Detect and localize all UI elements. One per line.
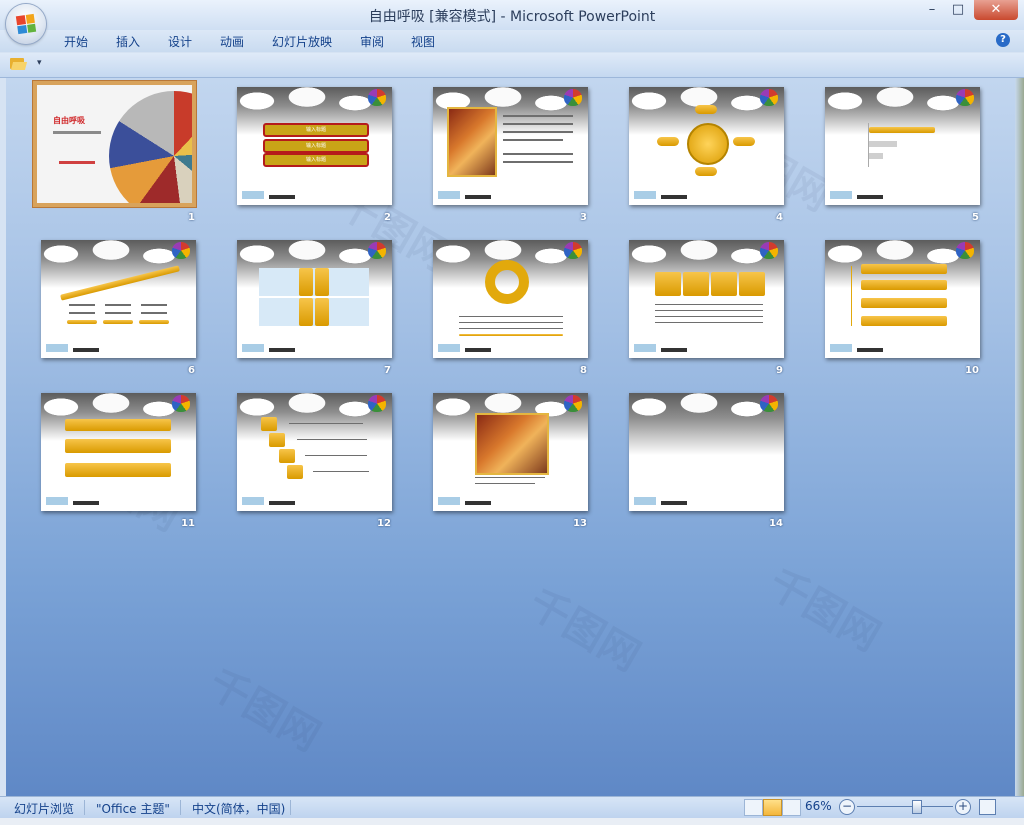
window-edge <box>1015 78 1024 796</box>
slide-number: 12 <box>377 518 391 529</box>
balloon-icon <box>172 395 190 412</box>
fit-to-window-button[interactable] <box>979 799 996 815</box>
slide-thumbnail-11[interactable] <box>41 393 196 511</box>
slideshow-view-button[interactable] <box>782 799 801 816</box>
balloon-icon <box>368 89 386 106</box>
slide-thumbnail-12[interactable] <box>237 393 392 511</box>
tab-slideshow[interactable]: 幻灯片放映 <box>272 33 332 50</box>
slide-number: 2 <box>384 212 391 223</box>
minimize-button[interactable]: – <box>920 0 944 20</box>
quick-access-toolbar <box>0 53 1024 78</box>
office-logo-icon <box>15 13 37 35</box>
slide-number: 5 <box>972 212 979 223</box>
zoom-slider-thumb[interactable] <box>912 800 922 814</box>
close-button[interactable]: ✕ <box>974 0 1018 20</box>
slide-thumbnail-1[interactable]: 自由呼吸 <box>33 81 196 207</box>
slide-thumbnail-7[interactable] <box>237 240 392 358</box>
balloon-icon <box>564 395 582 412</box>
slide-number: 3 <box>580 212 587 223</box>
slide-number: 4 <box>776 212 783 223</box>
taskbar-strip <box>0 818 1024 825</box>
slide-number: 8 <box>580 365 587 376</box>
watermark: 千图网 <box>200 660 328 761</box>
status-language[interactable]: 中文(简体，中国) <box>192 800 285 817</box>
slide-thumbnail-5[interactable] <box>825 87 980 205</box>
balloon-icon <box>760 395 778 412</box>
tab-animations[interactable]: 动画 <box>220 33 244 50</box>
maximize-button[interactable]: □ <box>946 0 970 20</box>
normal-view-button[interactable] <box>744 799 763 816</box>
slide-thumbnail-14[interactable] <box>629 393 784 511</box>
balloon-icon <box>956 89 974 106</box>
title-bar: 自由呼吸 [兼容模式] - Microsoft PowerPoint – □ ✕ <box>0 0 1024 30</box>
slide-thumbnail-13[interactable] <box>433 393 588 511</box>
slide-thumbnail-8[interactable] <box>433 240 588 358</box>
slide-thumbnail-6[interactable] <box>41 240 196 358</box>
qat-customize-dropdown[interactable]: ▾ <box>37 58 42 68</box>
zoom-out-button[interactable]: − <box>839 799 855 815</box>
slide-number: 11 <box>181 518 195 529</box>
tab-insert[interactable]: 插入 <box>116 33 140 50</box>
slide-thumbnail-2[interactable]: 输入标题 输入标题 输入标题 <box>237 87 392 205</box>
slide-number: 9 <box>776 365 783 376</box>
watermark: 千图网 <box>760 560 888 661</box>
balloon-icon <box>760 89 778 106</box>
balloon-icon <box>760 242 778 259</box>
status-bar: 幻灯片浏览 "Office 主题" 中文(简体，中国) <box>0 796 1024 819</box>
slide-number: 14 <box>769 518 783 529</box>
slide-number: 7 <box>384 365 391 376</box>
slide-thumbnail-3[interactable] <box>433 87 588 205</box>
slide-number: 10 <box>965 365 979 376</box>
help-icon[interactable]: ? <box>996 33 1010 47</box>
slide-title: 自由呼吸 <box>53 116 85 125</box>
zoom-in-button[interactable]: + <box>955 799 971 815</box>
slide-number: 6 <box>188 365 195 376</box>
slide-number: 1 <box>188 212 195 223</box>
tab-review[interactable]: 审阅 <box>360 33 384 50</box>
status-theme: "Office 主题" <box>96 802 170 816</box>
zoom-slider[interactable] <box>857 806 953 807</box>
balloon-icon <box>956 242 974 259</box>
tab-design[interactable]: 设计 <box>168 33 192 50</box>
ribbon-tabs: 开始 插入 设计 动画 幻灯片放映 审阅 视图 <box>0 30 1024 52</box>
slide-thumbnail-10[interactable] <box>825 240 980 358</box>
slide-thumbnail-4[interactable] <box>629 87 784 205</box>
open-folder-icon[interactable] <box>10 58 28 70</box>
balloon-icon <box>564 89 582 106</box>
office-button[interactable] <box>6 4 46 44</box>
slide-number: 13 <box>573 518 587 529</box>
status-view-mode: 幻灯片浏览 <box>14 802 75 816</box>
watermark: 千图网 <box>520 580 648 681</box>
zoom-percent[interactable]: 66% <box>805 799 832 813</box>
slide-thumbnail-9[interactable] <box>629 240 784 358</box>
balloon-icon <box>564 242 582 259</box>
balloon-icon <box>368 242 386 259</box>
window-title: 自由呼吸 [兼容模式] - Microsoft PowerPoint <box>368 9 656 25</box>
tab-home[interactable]: 开始 <box>64 33 88 50</box>
slide-sorter-view-button[interactable] <box>763 799 782 816</box>
balloon-icon <box>368 395 386 412</box>
tab-view[interactable]: 视图 <box>411 33 435 50</box>
balloon-icon <box>172 242 190 259</box>
